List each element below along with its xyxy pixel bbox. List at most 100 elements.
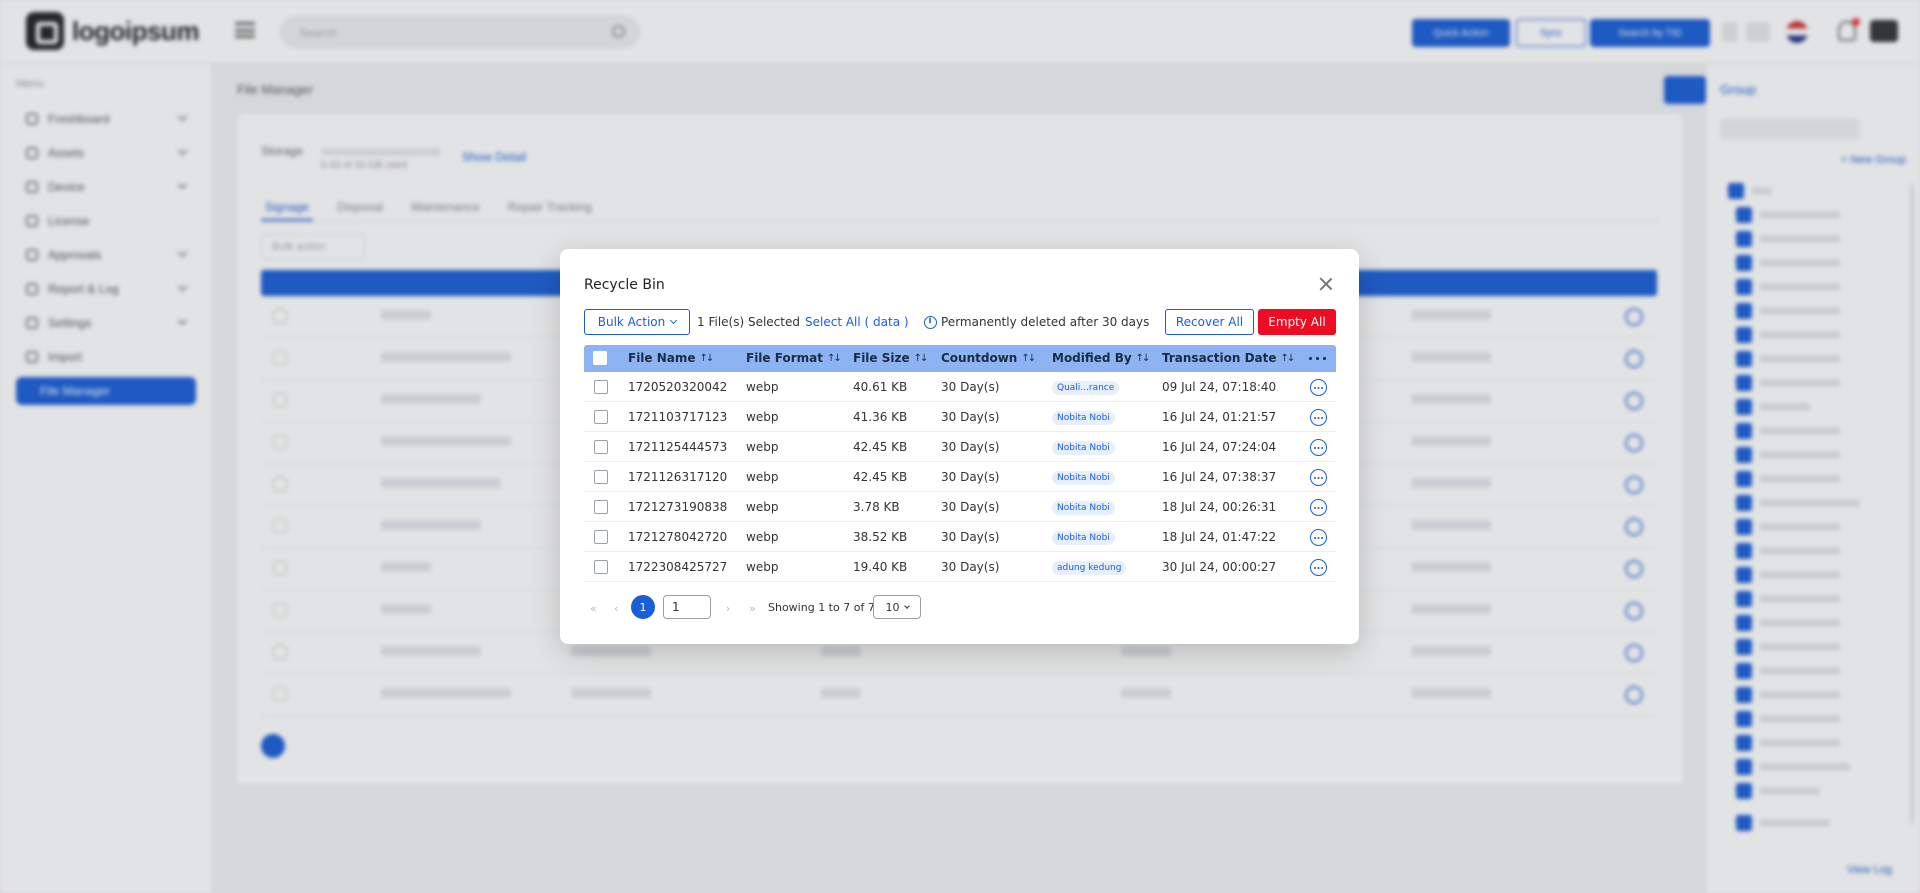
recover-all-button[interactable]: Recover All — [1165, 309, 1254, 335]
countdown: 30 Day(s) — [941, 440, 1000, 454]
file-format: webp — [746, 500, 779, 514]
retention-info: Permanently deleted after 30 days — [941, 315, 1150, 329]
table-row[interactable]: 1721103717123 webp 41.36 KB 30 Day(s) No… — [584, 402, 1336, 432]
row-actions[interactable] — [1310, 409, 1327, 427]
sort-icon: ↑↓ — [1280, 352, 1296, 364]
first-page-icon[interactable]: « — [590, 602, 597, 615]
transaction-date: 30 Jul 24, 00:00:27 — [1162, 560, 1277, 574]
row-checkbox[interactable] — [594, 380, 608, 394]
chevron-down-icon — [903, 602, 910, 609]
page-number-input[interactable] — [663, 595, 711, 619]
modified-by-badge: Quali...rance — [1052, 380, 1120, 395]
modal-title: Recycle Bin — [584, 277, 665, 293]
empty-all-button[interactable]: Empty All — [1258, 309, 1336, 335]
file-name: 1722308425727 — [628, 560, 728, 574]
file-name: 1720520320042 — [628, 380, 728, 394]
row-checkbox[interactable] — [594, 530, 608, 544]
column-file-name[interactable]: File Name ↑↓ — [628, 351, 715, 365]
file-name: 1721278042720 — [628, 530, 728, 544]
countdown: 30 Day(s) — [941, 530, 1000, 544]
more-options-icon[interactable] — [1310, 409, 1327, 426]
chevron-down-icon — [670, 316, 678, 325]
transaction-date: 16 Jul 24, 07:38:37 — [1162, 470, 1277, 484]
column-label: Transaction Date — [1162, 351, 1277, 365]
modified-by: Nobita Nobi — [1052, 411, 1115, 425]
table-row[interactable]: 1720520320042 webp 40.61 KB 30 Day(s) Qu… — [584, 372, 1336, 402]
sort-icon: ↑↓ — [699, 352, 715, 364]
more-options-icon[interactable] — [1310, 559, 1327, 576]
modified-by: Quali...rance — [1052, 381, 1120, 395]
row-checkbox[interactable] — [594, 500, 608, 514]
table-row[interactable]: 1721126317120 webp 42.45 KB 30 Day(s) No… — [584, 462, 1336, 492]
more-options-icon[interactable] — [1310, 499, 1327, 516]
row-actions[interactable] — [1310, 439, 1327, 457]
more-options-icon[interactable] — [1310, 529, 1327, 546]
recycle-bin-modal: Recycle Bin Bulk Action 1 File(s) Select… — [560, 249, 1359, 644]
table-row[interactable]: 1722308425727 webp 19.40 KB 30 Day(s) ad… — [584, 552, 1336, 582]
row-checkbox[interactable] — [594, 440, 608, 454]
table-row[interactable]: 1721125444573 webp 42.45 KB 30 Day(s) No… — [584, 432, 1336, 462]
column-modified-by[interactable]: Modified By ↑↓ — [1052, 351, 1150, 365]
countdown: 30 Day(s) — [941, 410, 1000, 424]
more-options-icon[interactable] — [1310, 439, 1327, 456]
modified-by: Nobita Nobi — [1052, 441, 1115, 455]
file-size: 19.40 KB — [853, 560, 908, 574]
row-checkbox[interactable] — [594, 560, 608, 574]
recycle-bin-table: File Name ↑↓ File Format ↑↓ File Size ↑↓ Co… — [584, 345, 1336, 582]
table-row[interactable]: 1721278042720 webp 38.52 KB 30 Day(s) No… — [584, 522, 1336, 552]
countdown: 30 Day(s) — [941, 380, 1000, 394]
more-options-icon[interactable] — [1310, 469, 1327, 486]
file-name: 1721125444573 — [628, 440, 728, 454]
transaction-date: 16 Jul 24, 01:21:57 — [1162, 410, 1277, 424]
prev-page-icon[interactable]: ‹ — [614, 602, 618, 615]
column-file-format[interactable]: File Format ↑↓ — [746, 351, 842, 365]
select-all-checkbox[interactable] — [593, 351, 607, 365]
select-all-link[interactable]: Select All ( data ) — [805, 315, 909, 329]
pagination-info: Showing 1 to 7 of 7 — [768, 601, 875, 614]
modified-by: Nobita Nobi — [1052, 471, 1115, 485]
page-button-current[interactable]: 1 — [631, 595, 655, 619]
column-countdown[interactable]: Countdown ↑↓ — [941, 351, 1036, 365]
sort-icon: ↑↓ — [826, 352, 842, 364]
file-size: 42.45 KB — [853, 470, 908, 484]
file-format: webp — [746, 410, 779, 424]
row-checkbox[interactable] — [594, 410, 608, 424]
row-actions[interactable] — [1310, 529, 1327, 547]
column-transaction-date[interactable]: Transaction Date ↑↓ — [1162, 351, 1296, 365]
next-page-icon[interactable]: › — [726, 602, 730, 615]
row-checkbox[interactable] — [594, 470, 608, 484]
page-size-select[interactable]: 10 — [873, 595, 921, 619]
file-name: 1721126317120 — [628, 470, 728, 484]
transaction-date: 18 Jul 24, 00:26:31 — [1162, 500, 1277, 514]
last-page-icon[interactable]: » — [749, 602, 756, 615]
pagination: « ‹ 1 › » Showing 1 to 7 of 7 10 — [584, 594, 984, 620]
row-actions[interactable] — [1310, 469, 1327, 487]
countdown: 30 Day(s) — [941, 500, 1000, 514]
transaction-date: 16 Jul 24, 07:24:04 — [1162, 440, 1277, 454]
info-icon — [924, 316, 937, 329]
transaction-date: 09 Jul 24, 07:18:40 — [1162, 380, 1277, 394]
row-actions[interactable] — [1310, 499, 1327, 517]
countdown: 30 Day(s) — [941, 470, 1000, 484]
row-actions[interactable] — [1310, 559, 1327, 577]
sort-icon: ↑↓ — [913, 352, 929, 364]
file-name: 1721273190838 — [628, 500, 728, 514]
column-file-size[interactable]: File Size ↑↓ — [853, 351, 929, 365]
modified-by: Nobita Nobi — [1052, 531, 1115, 545]
modified-by-badge: Nobita Nobi — [1052, 470, 1115, 485]
file-size: 40.61 KB — [853, 380, 908, 394]
modified-by-badge: Nobita Nobi — [1052, 440, 1115, 455]
transaction-date: 18 Jul 24, 01:47:22 — [1162, 530, 1277, 544]
row-actions[interactable] — [1310, 379, 1327, 397]
column-options-icon[interactable] — [1309, 357, 1326, 360]
countdown: 30 Day(s) — [941, 560, 1000, 574]
more-options-icon[interactable] — [1310, 379, 1327, 396]
close-icon[interactable] — [1317, 275, 1335, 293]
column-label: Countdown — [941, 351, 1018, 365]
file-name: 1721103717123 — [628, 410, 728, 424]
file-format: webp — [746, 440, 779, 454]
bulk-action-dropdown[interactable]: Bulk Action — [584, 309, 690, 335]
file-format: webp — [746, 530, 779, 544]
table-row[interactable]: 1721273190838 webp 3.78 KB 30 Day(s) Nob… — [584, 492, 1336, 522]
selected-count: 1 File(s) Selected — [697, 315, 800, 329]
